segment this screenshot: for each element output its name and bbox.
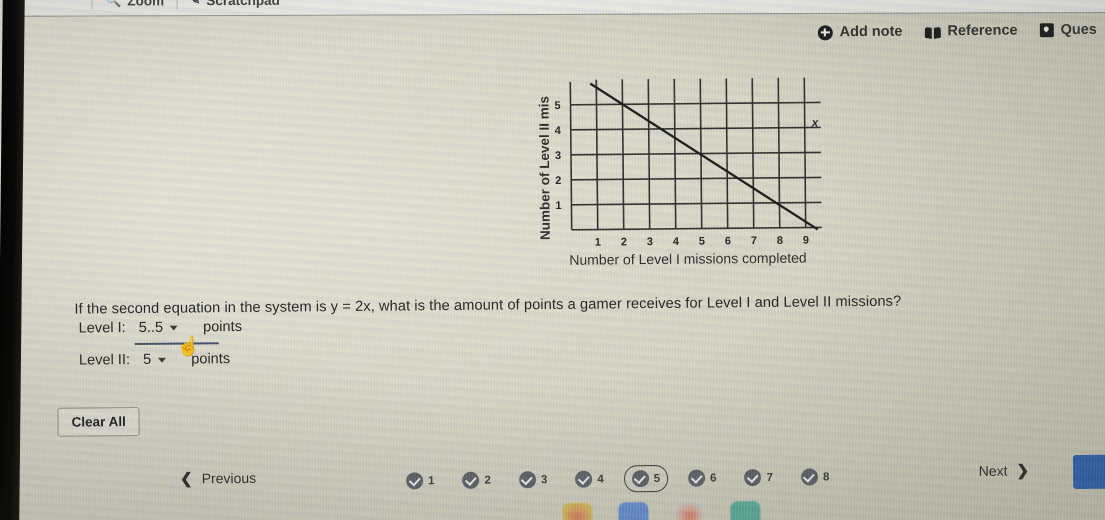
answer-row-level-1: Level I: 5..5 points <box>79 319 243 337</box>
y-tick-3: 3 <box>555 150 561 162</box>
check-circle-icon <box>462 471 480 489</box>
y-tick-4: 4 <box>555 125 562 137</box>
submit-button[interactable] <box>1072 454 1105 490</box>
x-tick-9: 9 <box>803 235 809 247</box>
level-2-units: points <box>191 351 231 368</box>
add-note-label: Add note <box>839 23 903 41</box>
page-number: 8 <box>822 470 830 483</box>
magnifier-icon: 🔍 <box>104 0 121 8</box>
plus-circle-icon <box>817 24 833 40</box>
page-item-7[interactable]: 7 <box>736 464 781 491</box>
clear-all-button[interactable]: Clear All <box>57 406 140 437</box>
x-tick-2: 2 <box>621 236 627 248</box>
flag-marker-icon <box>1039 23 1054 38</box>
x-tick-5: 5 <box>699 236 705 248</box>
page-number: 4 <box>597 473 604 486</box>
page-item-8[interactable]: 8 <box>793 463 838 490</box>
dock-icon-1[interactable] <box>562 502 593 520</box>
level-1-dropdown[interactable]: 5..5 <box>130 320 185 337</box>
open-book-icon <box>924 25 940 38</box>
question-label: Ques <box>1060 21 1097 39</box>
check-circle-icon <box>631 470 649 488</box>
dock-icon-3[interactable] <box>674 501 705 520</box>
next-button[interactable]: Next ❯ <box>979 461 1030 479</box>
question-button[interactable]: Ques <box>1039 21 1097 39</box>
check-circle-icon <box>688 469 706 487</box>
page-item-3[interactable]: 3 <box>511 466 556 493</box>
app-page: 🔍 Zoom ✎ Scratchpad Add note Reference Q… <box>0 0 1105 520</box>
page-number: 3 <box>540 473 548 486</box>
zoom-label: Zoom <box>127 0 165 8</box>
page-item-2[interactable]: 2 <box>454 467 499 494</box>
page-number: 6 <box>710 471 717 484</box>
coordinate-graph: Number of Level II mis Number of Level I… <box>528 69 830 272</box>
y-tick-1: 1 <box>555 200 561 212</box>
answer-row-level-2: Level II: 5 points <box>79 351 230 368</box>
check-circle-icon <box>406 472 424 490</box>
chevron-down-icon <box>170 325 179 331</box>
x-tick-6: 6 <box>725 235 731 247</box>
page-number: 5 <box>653 472 661 485</box>
y-tick-5: 5 <box>554 100 560 112</box>
previous-button[interactable]: ❮ Previous <box>180 469 256 488</box>
page-number: 2 <box>484 474 491 487</box>
page-item-6[interactable]: 6 <box>680 464 725 491</box>
header-actions: Add note Reference Ques <box>817 13 1101 50</box>
chevron-left-icon: ❮ <box>180 470 193 488</box>
chevron-right-icon: ❯ <box>1016 462 1030 480</box>
page-number: 7 <box>766 471 773 484</box>
page-number: 1 <box>428 474 435 487</box>
question-prompt: If the second equation in the system is … <box>74 293 902 318</box>
x-tick-3: 3 <box>647 236 653 248</box>
dock-icon-2[interactable] <box>618 502 649 520</box>
check-circle-icon <box>800 468 819 486</box>
reference-button[interactable]: Reference <box>924 23 1017 40</box>
scratchpad-label: Scratchpad <box>206 0 280 8</box>
graph-plot: 5 4 3 2 1 1 2 3 4 5 6 7 8 9 <box>554 77 822 249</box>
scratchpad-tool[interactable]: ✎ Scratchpad <box>177 0 292 8</box>
dock-icon-4[interactable] <box>730 501 761 520</box>
check-circle-icon <box>575 470 593 488</box>
y-tick-2: 2 <box>555 175 561 187</box>
zoom-tool[interactable]: 🔍 Zoom <box>92 0 176 9</box>
previous-label: Previous <box>201 469 257 487</box>
level-1-units: points <box>202 318 243 336</box>
x-tick-7: 7 <box>751 235 757 247</box>
x-tick-8: 8 <box>777 235 783 247</box>
level-2-label: Level II: <box>78 352 131 369</box>
level-1-label: Level I: <box>78 320 126 337</box>
photographed-screen-surface: 🔍 Zoom ✎ Scratchpad Add note Reference Q… <box>0 0 1105 520</box>
pencil-icon: ✎ <box>189 0 200 8</box>
page-item-1[interactable]: 1 <box>398 467 443 494</box>
level-1-value: 5..5 <box>138 319 164 336</box>
chevron-down-icon <box>158 357 167 363</box>
os-dock <box>562 501 761 520</box>
page-item-4[interactable]: 4 <box>567 465 612 492</box>
next-label: Next <box>978 462 1008 479</box>
level-2-value: 5 <box>142 351 152 368</box>
check-circle-icon <box>518 471 537 489</box>
x-tick-4: 4 <box>673 236 680 248</box>
pagination: 1 2 3 4 5 6 7 8 <box>398 463 837 494</box>
x-tick-1: 1 <box>595 237 601 249</box>
add-note-button[interactable]: Add note <box>817 23 903 41</box>
reference-label: Reference <box>947 22 1018 40</box>
level-2-dropdown[interactable]: 5 <box>134 352 173 368</box>
page-item-5-current[interactable]: 5 <box>623 464 669 493</box>
check-circle-icon <box>744 469 762 487</box>
